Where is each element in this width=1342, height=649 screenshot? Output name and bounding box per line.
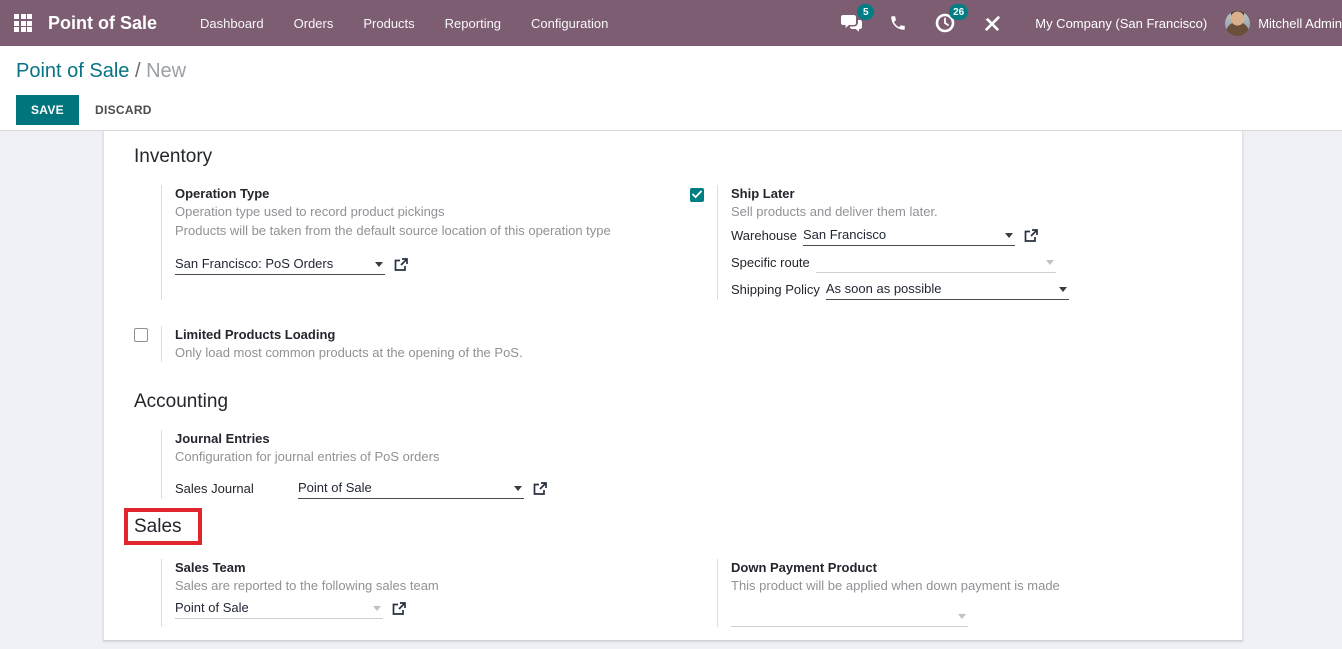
breadcrumb: Point of Sale / New [16, 58, 1326, 84]
main-menu: Dashboard Orders Products Reporting Conf… [185, 0, 623, 46]
check-icon [692, 190, 702, 199]
section-title-inventory: Inventory [134, 145, 1212, 169]
section-title-accounting: Accounting [134, 390, 1212, 414]
control-panel: Point of Sale / New SAVE DISCARD [0, 46, 1342, 131]
setting-operation-type: Operation Type Operation type used to re… [134, 185, 690, 300]
sales-journal-field-label: Sales Journal [175, 479, 292, 499]
sales-team-external-link-icon[interactable] [392, 602, 406, 616]
messages-button[interactable]: 5 [839, 11, 863, 35]
top-navbar: Point of Sale Dashboard Orders Products … [0, 0, 1342, 46]
down-payment-desc: This product will be applied when down p… [731, 576, 1246, 595]
section-title-sales: Sales [134, 515, 182, 539]
down-payment-product-select[interactable] [731, 605, 968, 627]
shipping-policy-field-label: Shipping Policy [731, 280, 820, 300]
sales-team-label: Sales Team [175, 559, 690, 576]
company-switcher[interactable]: My Company (San Francisco) [1035, 16, 1207, 31]
menu-item-orders[interactable]: Orders [279, 0, 349, 46]
user-avatar[interactable] [1225, 11, 1250, 36]
operation-type-select[interactable]: San Francisco: PoS Orders [175, 253, 385, 275]
journal-entries-label: Journal Entries [175, 430, 690, 447]
breadcrumb-separator: / [129, 60, 146, 82]
warehouse-field-label: Warehouse [731, 226, 797, 246]
setting-sales-team: Sales Team Sales are reported to the fol… [134, 559, 690, 627]
dropdown-caret-icon[interactable] [514, 486, 522, 491]
limited-products-desc: Only load most common products at the op… [175, 343, 690, 362]
messages-badge: 5 [857, 4, 874, 20]
settings-sheet: Inventory Operation Type Operation type … [103, 131, 1243, 641]
sales-team-desc: Sales are reported to the following sale… [175, 576, 690, 595]
setting-limited-products-loading: Limited Products Loading Only load most … [134, 326, 690, 362]
ship-later-label: Ship Later [731, 185, 1246, 202]
ship-later-checkbox[interactable] [690, 188, 704, 202]
sales-journal-select[interactable]: Point of Sale [298, 477, 524, 499]
phone-icon [889, 14, 907, 32]
activities-badge: 26 [949, 4, 968, 20]
dropdown-caret-icon[interactable] [1059, 287, 1067, 292]
warehouse-external-link-icon[interactable] [1024, 229, 1038, 243]
breadcrumb-root-link[interactable]: Point of Sale [16, 60, 129, 82]
menu-item-products[interactable]: Products [348, 0, 429, 46]
setting-ship-later: Ship Later Sell products and deliver the… [690, 185, 1246, 300]
discard-button[interactable]: DISCARD [95, 103, 152, 117]
down-payment-label: Down Payment Product [731, 559, 1246, 576]
setting-down-payment-product: Down Payment Product This product will b… [690, 559, 1246, 627]
limited-products-checkbox[interactable] [134, 328, 148, 342]
breadcrumb-current: New [146, 60, 186, 82]
menu-item-reporting[interactable]: Reporting [430, 0, 516, 46]
save-button[interactable]: SAVE [16, 95, 79, 125]
apps-menu-button[interactable] [0, 0, 46, 46]
menu-item-dashboard[interactable]: Dashboard [185, 0, 279, 46]
dropdown-caret-icon[interactable] [1046, 260, 1054, 265]
activities-button[interactable]: 26 [933, 11, 957, 35]
operation-type-desc-1: Operation type used to record product pi… [175, 202, 690, 221]
limited-products-label: Limited Products Loading [175, 326, 690, 343]
dropdown-caret-icon[interactable] [375, 262, 383, 267]
ship-later-desc: Sell products and deliver them later. [731, 202, 1246, 221]
content-area: Inventory Operation Type Operation type … [0, 131, 1342, 648]
specific-route-field-label: Specific route [731, 253, 810, 273]
apps-grid-icon [14, 14, 32, 32]
dropdown-caret-icon[interactable] [1005, 233, 1013, 238]
sales-journal-external-link-icon[interactable] [533, 482, 547, 496]
setting-journal-entries: Journal Entries Configuration for journa… [134, 430, 690, 499]
menu-item-configuration[interactable]: Configuration [516, 0, 623, 46]
dropdown-caret-icon[interactable] [958, 614, 966, 619]
journal-entries-desc: Configuration for journal entries of PoS… [175, 447, 690, 466]
shipping-policy-select[interactable]: As soon as possible [826, 278, 1069, 300]
app-title[interactable]: Point of Sale [48, 13, 157, 34]
operation-type-external-link-icon[interactable] [394, 258, 408, 272]
phone-button[interactable] [886, 11, 910, 35]
operation-type-label: Operation Type [175, 185, 690, 202]
specific-route-select[interactable] [816, 251, 1056, 273]
sales-team-select[interactable]: Point of Sale [175, 597, 383, 619]
tools-button[interactable] [980, 11, 1004, 35]
tools-icon [983, 14, 1001, 32]
operation-type-desc-2: Products will be taken from the default … [175, 221, 690, 240]
user-menu[interactable]: Mitchell Admin [1258, 16, 1342, 31]
warehouse-select[interactable]: San Francisco [803, 224, 1015, 246]
dropdown-caret-icon[interactable] [373, 606, 381, 611]
